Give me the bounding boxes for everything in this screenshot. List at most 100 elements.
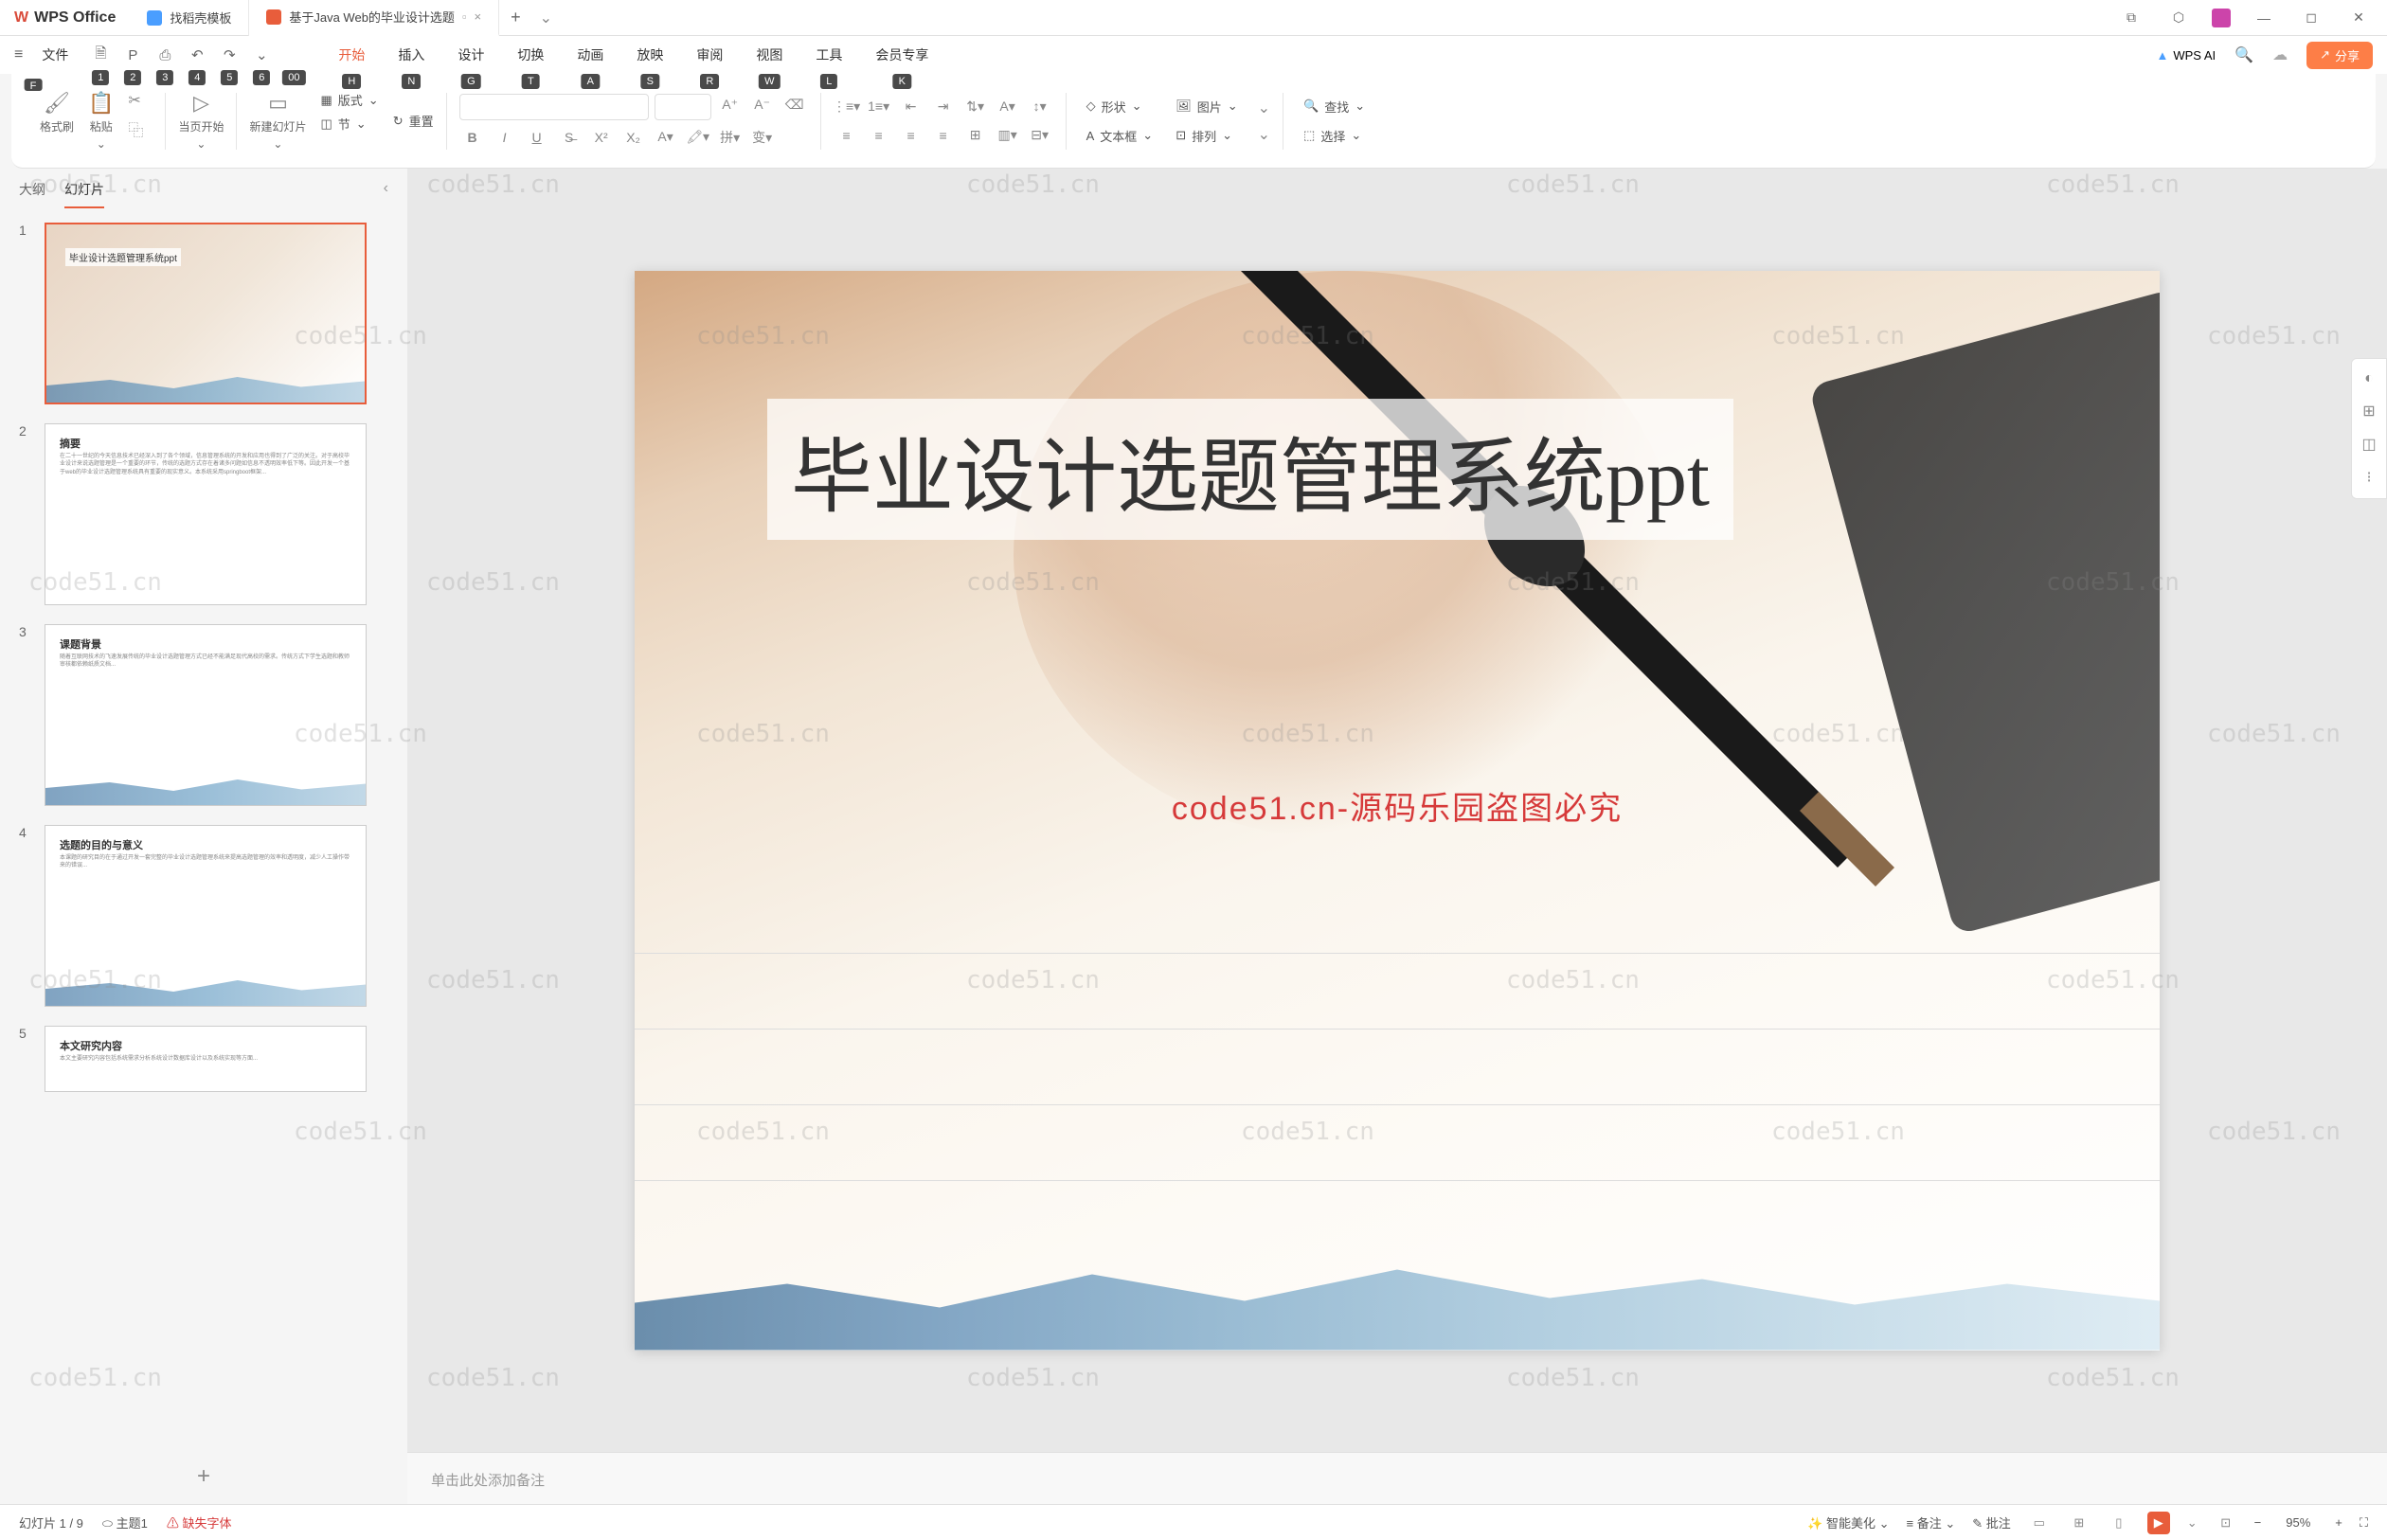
text-style-icon[interactable]: A▾ [995, 96, 1021, 118]
distribute-icon[interactable]: ⊞ [962, 124, 989, 147]
zoom-out-button[interactable]: − [2254, 1515, 2262, 1530]
cube-icon[interactable]: ⬡ [2164, 9, 2193, 26]
slideshow-view-icon[interactable]: ▶ [2147, 1512, 2170, 1534]
copy-icon[interactable]: ⿻ [128, 117, 143, 140]
share-button[interactable]: ↗分享 [2306, 42, 2373, 69]
tab-tools[interactable]: 工具L [816, 38, 842, 72]
normal-view-icon[interactable]: ▭ [2028, 1512, 2051, 1534]
tab-template[interactable]: 找稻壳模板 [130, 0, 249, 36]
tab-start[interactable]: 开始H [338, 38, 365, 72]
tab-insert[interactable]: 插入N [398, 38, 424, 72]
print-preview-icon[interactable]: ⎙3 [152, 42, 178, 68]
thumb-image[interactable]: 毕业设计选题管理系统ppt [45, 223, 367, 404]
tab-design[interactable]: 设计G [458, 38, 484, 72]
superscript-icon[interactable]: X² [588, 126, 615, 149]
bullets-icon[interactable]: ⋮≡▾ [834, 96, 860, 118]
outline-dropdown-icon[interactable]: ⌄ [1258, 125, 1270, 144]
smart-beautify-button[interactable]: ✨ 智能美化 ⌄ [1807, 1513, 1889, 1531]
close-icon[interactable]: × [475, 9, 482, 24]
line-spacing-icon[interactable]: ⇅▾ [962, 96, 989, 118]
presentation-mode-icon[interactable]: ▫ [462, 9, 467, 24]
zoom-in-button[interactable]: + [2335, 1515, 2342, 1530]
font-family-select[interactable] [459, 94, 649, 120]
more-icon[interactable]: 00 [280, 42, 307, 68]
layout-button[interactable]: ▦版式⌄ [320, 91, 378, 109]
text-direction-icon[interactable]: ↕▾ [1027, 96, 1053, 118]
thumb-image[interactable]: 本文研究内容 本文主要研究内容包括系统需求分析系统设计数据库设计以及系统实现等方… [45, 1026, 367, 1092]
thumbnail-item[interactable]: 4 选题的目的与意义 本课题的研究目的在于通过开发一套完整的毕业设计选题管理系统… [19, 825, 388, 1007]
sorter-view-icon[interactable]: ⊞ [2068, 1512, 2091, 1534]
increase-font-icon[interactable]: A⁺ [717, 94, 744, 116]
notes-area[interactable]: 单击此处添加备注 [407, 1452, 2387, 1504]
shape-button[interactable]: ◇形状⌄ [1079, 95, 1161, 118]
slide-title[interactable]: 毕业设计选题管理系统ppt [767, 399, 1733, 540]
tab-slideshow[interactable]: 放映S [637, 38, 663, 72]
thumbnail-item[interactable]: 2 摘要 在二十一世纪的今天信息技术已经深入到了各个领域，信息管理系统的开发和应… [19, 423, 388, 605]
highlight-icon[interactable]: 🖍▾ [685, 126, 711, 149]
align-left-icon[interactable]: ≡ [834, 124, 860, 147]
wps-ai-button[interactable]: ▲WPS AI [2156, 48, 2216, 63]
save-icon[interactable]: 🗎1 [87, 42, 114, 68]
tab-menu-icon[interactable]: ⌄ [540, 9, 552, 27]
subscript-icon[interactable]: X₂ [620, 126, 647, 149]
textbox-button[interactable]: A文本框⌄ [1079, 124, 1161, 148]
undo-icon[interactable]: ↶4 [184, 42, 210, 68]
decrease-font-icon[interactable]: A⁻ [749, 94, 776, 116]
close-button[interactable]: ✕ [2344, 9, 2373, 26]
thumb-image[interactable]: 摘要 在二十一世纪的今天信息技术已经深入到了各个领域，信息管理系统的开发和应用也… [45, 423, 367, 605]
current-start-button[interactable]: ▷当页开始⌄ [178, 91, 224, 151]
print-icon[interactable]: P2 [119, 42, 146, 68]
columns-icon[interactable]: ▥▾ [995, 124, 1021, 147]
thumbnail-item[interactable]: 3 课题背景 随着互联网技术的飞速发展传统的毕业设计选题管理方式已经不能满足现代… [19, 624, 388, 806]
dropdown-icon[interactable]: ⌄6 [248, 42, 275, 68]
side-tool-2[interactable]: ⊞ [2352, 402, 2386, 421]
thumbnail-item[interactable]: 1 毕业设计选题管理系统ppt [19, 223, 388, 404]
pinyin-icon[interactable]: 拼▾ [717, 126, 744, 149]
slide-canvas[interactable]: 毕业设计选题管理系统ppt code51.cn-源码乐园盗图必究 [407, 169, 2387, 1452]
clear-format-icon[interactable]: ⌫ [781, 94, 808, 116]
slides-tab[interactable]: 幻灯片 [64, 180, 104, 208]
side-tool-4[interactable]: ⁝ [2352, 468, 2386, 487]
underline-icon[interactable]: U [524, 126, 550, 149]
tab-member[interactable]: 会员专享K [875, 38, 928, 72]
notes-button[interactable]: ≡ 备注 ⌄ [1907, 1513, 1956, 1531]
image-button[interactable]: 🖼图片⌄ [1168, 95, 1245, 118]
minimize-button[interactable]: — [2250, 10, 2278, 26]
align-right-icon[interactable]: ≡ [898, 124, 924, 147]
hamburger-icon[interactable]: ≡ [14, 46, 23, 63]
file-menu[interactable]: 文件 [30, 42, 80, 68]
theme-indicator[interactable]: ⬭ 主题1 [102, 1513, 148, 1531]
thumb-image[interactable]: 选题的目的与意义 本课题的研究目的在于通过开发一套完整的毕业设计选题管理系统来提… [45, 825, 367, 1007]
fit-screen-button[interactable]: ⛶ [2360, 1515, 2368, 1531]
cloud-icon[interactable]: ☁ [2272, 45, 2288, 64]
section-button[interactable]: ◫节⌄ [320, 115, 378, 133]
redo-icon[interactable]: ↷5 [216, 42, 242, 68]
paste-button[interactable]: 📋粘贴⌄ [88, 91, 114, 151]
tab-review[interactable]: 审阅R [696, 38, 723, 72]
select-button[interactable]: ⬚选择⌄ [1296, 124, 1373, 148]
increase-indent-icon[interactable]: ⇥ [930, 96, 957, 118]
add-slide-button[interactable]: + [0, 1449, 407, 1504]
align-center-icon[interactable]: ≡ [866, 124, 892, 147]
italic-icon[interactable]: I [492, 126, 518, 149]
fit-view-icon[interactable]: ⊡ [2215, 1512, 2237, 1534]
tab-document[interactable]: 基于Java Web的毕业设计选题 ▫ × [249, 0, 499, 36]
tab-animation[interactable]: 动画A [577, 38, 603, 72]
cut-icon[interactable]: ✂ [128, 91, 143, 110]
missing-font-indicator[interactable]: ⚠ 缺失字体 [167, 1513, 232, 1531]
zoom-level[interactable]: 95% [2278, 1515, 2318, 1530]
add-tab-button[interactable]: + [499, 8, 532, 27]
side-tool-3[interactable]: ◫ [2352, 435, 2386, 454]
numbering-icon[interactable]: 1≡▾ [866, 96, 892, 118]
comments-button[interactable]: ✎ 批注 [1972, 1513, 2011, 1531]
search-icon[interactable]: 🔍 [2234, 45, 2253, 64]
tab-view[interactable]: 视图W [756, 38, 782, 72]
strikethrough-icon[interactable]: S̶ [556, 126, 583, 149]
find-button[interactable]: 🔍查找⌄ [1296, 95, 1373, 118]
slide-counter[interactable]: 幻灯片 1 / 9 [19, 1513, 83, 1531]
decrease-indent-icon[interactable]: ⇤ [898, 96, 924, 118]
outline-tab[interactable]: 大纲 [19, 180, 45, 208]
tab-transition[interactable]: 切换T [517, 38, 544, 72]
change-case-icon[interactable]: 变▾ [749, 126, 776, 149]
reading-view-icon[interactable]: ▯ [2108, 1512, 2130, 1534]
